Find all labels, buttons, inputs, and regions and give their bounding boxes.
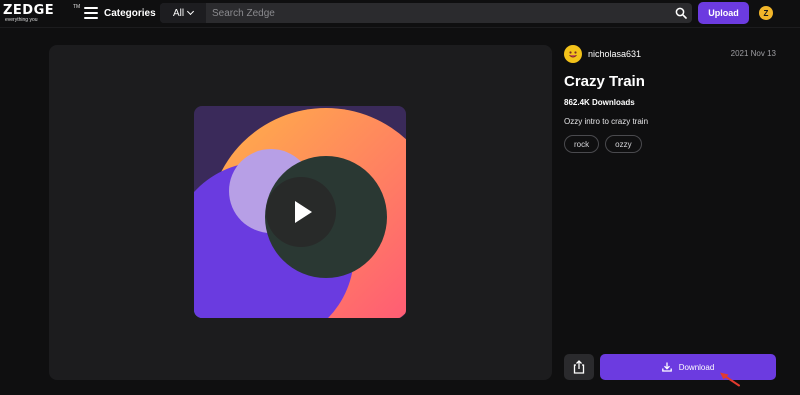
hamburger-menu-icon[interactable] (84, 7, 98, 19)
ringtone-description: Ozzy intro to crazy train (564, 117, 649, 126)
download-button[interactable]: Download (600, 354, 776, 380)
download-label: Download (678, 362, 715, 372)
download-count: 862.4K Downloads (564, 98, 635, 107)
search-scope-select[interactable]: All (160, 3, 206, 23)
search-input[interactable] (212, 5, 662, 21)
user-avatar[interactable]: Z (759, 6, 773, 20)
categories-link[interactable]: Categories (104, 8, 156, 19)
top-navigation-bar: ZEDGE TM everything you Categories All U… (0, 0, 800, 28)
upload-button[interactable]: Upload (698, 2, 749, 24)
pointer-arrow-icon (720, 372, 740, 387)
zedge-logo[interactable]: ZEDGE TM everything you (3, 3, 81, 25)
play-icon (295, 201, 312, 223)
tag-chip[interactable]: rock (564, 135, 600, 153)
ringtone-artwork (194, 106, 406, 318)
uploader-name[interactable]: nicholasa631 (588, 49, 641, 59)
uploader-avatar[interactable] (564, 45, 582, 63)
play-button[interactable] (266, 177, 336, 247)
tag-list: rock ozzy (564, 135, 642, 153)
chevron-down-icon (187, 7, 195, 16)
download-icon (661, 362, 672, 372)
logo-tagline: everything you (5, 17, 38, 23)
search-scope-value: All (172, 7, 185, 19)
upload-date: 2021 Nov 13 (730, 49, 776, 58)
ringtone-player-panel (49, 45, 552, 380)
share-icon (573, 360, 585, 374)
tag-chip[interactable]: ozzy (605, 135, 642, 153)
logo-wordmark: ZEDGE (3, 3, 55, 18)
search-icon[interactable] (675, 7, 687, 19)
ringtone-title: Crazy Train (564, 73, 645, 90)
logo-trademark: TM (73, 4, 81, 10)
smiley-icon (569, 51, 577, 58)
search-bar: All (160, 3, 692, 23)
share-button[interactable] (564, 354, 594, 380)
